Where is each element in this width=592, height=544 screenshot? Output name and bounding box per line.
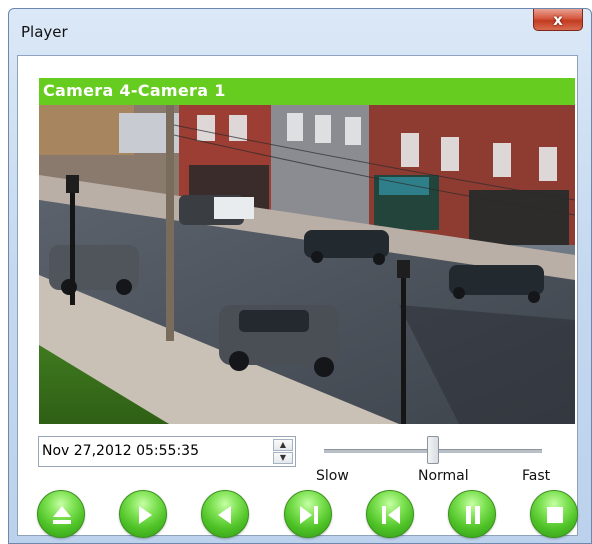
camera-header: Camera 4-Camera 1	[39, 78, 575, 105]
step-backward-icon	[382, 506, 400, 524]
speed-slider-thumb[interactable]	[427, 436, 439, 464]
datetime-picker[interactable]: ▲ ▼	[38, 436, 296, 467]
stop-button[interactable]	[530, 490, 578, 538]
pause-icon	[466, 506, 480, 524]
reverse-play-button[interactable]	[201, 490, 249, 538]
previous-frame-button[interactable]	[366, 490, 414, 538]
spin-up-button[interactable]: ▲	[273, 439, 293, 451]
window-title: Player	[21, 23, 68, 41]
speed-label-slow: Slow	[316, 468, 349, 484]
reverse-play-icon	[218, 506, 231, 524]
datetime-field[interactable]	[42, 440, 267, 462]
title-bar[interactable]: Player x	[9, 9, 591, 53]
eject-button[interactable]	[37, 490, 85, 538]
speed-label-fast: Fast	[522, 468, 551, 484]
stop-icon	[547, 507, 563, 523]
video-frame[interactable]	[39, 105, 575, 424]
play-icon	[139, 506, 152, 524]
speed-label-normal: Normal	[418, 468, 469, 484]
close-icon: x	[553, 10, 563, 29]
step-forward-icon	[300, 506, 318, 524]
spin-down-button[interactable]: ▼	[273, 452, 293, 464]
camera-title: Camera 4-Camera 1	[43, 81, 226, 100]
play-button[interactable]	[119, 490, 167, 538]
pause-button[interactable]	[448, 490, 496, 538]
eject-icon	[53, 506, 71, 524]
close-button[interactable]: x	[533, 9, 583, 31]
player-window: Player x Camera 4-Camera 1 Nov 27,2012 0…	[8, 8, 592, 544]
player-panel: Camera 4-Camera 1 Nov 27,2012 05:55:35 ▲…	[17, 55, 578, 538]
video-scene	[39, 105, 575, 424]
next-frame-button[interactable]	[284, 490, 332, 538]
